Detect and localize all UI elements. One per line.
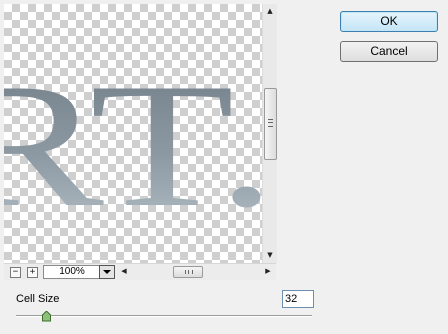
scroll-right-arrow-icon[interactable]: ▶	[264, 268, 272, 275]
preview-canvas[interactable]: RT.	[4, 4, 262, 263]
preview-toolbar: − + 100% ◀ ▶	[4, 263, 276, 280]
cell-size-slider-thumb[interactable]	[42, 311, 51, 322]
ok-button[interactable]: OK	[340, 11, 438, 32]
scroll-up-arrow-icon[interactable]: ▲	[263, 8, 277, 15]
vertical-scroll-thumb[interactable]	[264, 88, 277, 160]
scroll-left-arrow-icon[interactable]: ◀	[120, 268, 128, 275]
grip-icon	[185, 270, 193, 274]
preview-text: RT.	[4, 46, 262, 244]
preview-image: RT.	[4, 46, 262, 244]
grip-icon	[268, 119, 273, 127]
cell-size-slider-track[interactable]	[16, 315, 312, 317]
zoom-in-button[interactable]: +	[27, 267, 38, 278]
zoom-out-button[interactable]: −	[10, 267, 21, 278]
cell-size-label: Cell Size	[16, 293, 60, 305]
scroll-down-arrow-icon[interactable]: ▼	[263, 252, 277, 259]
zoom-level-field[interactable]: 100%	[43, 265, 101, 279]
vertical-scrollbar[interactable]: ▲ ▼	[262, 4, 277, 263]
horizontal-scroll-thumb[interactable]	[173, 266, 203, 278]
chevron-down-icon	[103, 270, 111, 274]
cancel-button[interactable]: Cancel	[340, 41, 438, 62]
cell-size-input[interactable]: 32	[282, 290, 314, 308]
zoom-dropdown-button[interactable]	[99, 265, 115, 279]
